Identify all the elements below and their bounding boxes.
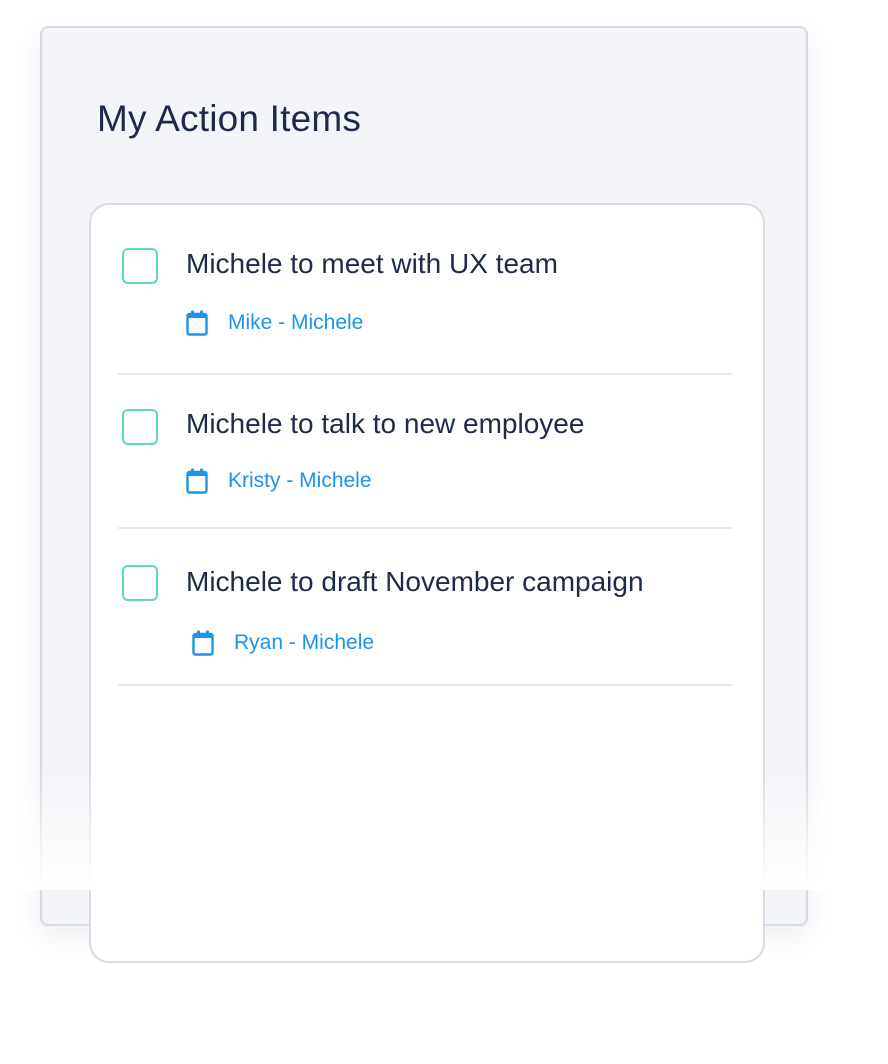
calendar-icon	[186, 310, 208, 336]
calendar-icon	[186, 468, 208, 494]
action-item-title: Michele to talk to new employee	[186, 408, 585, 439]
action-item-title: Michele to draft November campaign	[186, 566, 644, 597]
action-item-checkbox[interactable]	[122, 248, 158, 284]
action-item-title: Michele to meet with UX team	[186, 248, 558, 279]
calendar-icon	[192, 630, 214, 656]
action-item-meeting-link[interactable]: Ryan - Michele	[192, 630, 374, 656]
action-item-meeting-label: Kristy - Michele	[228, 469, 372, 492]
action-items-panel: My Action Items Michele to meet with UX …	[40, 26, 808, 963]
action-item: Michele to meet with UX team Mike - Mich…	[118, 205, 732, 375]
action-item: Michele to draft November campaign Ryan …	[118, 529, 732, 686]
panel-title: My Action Items	[97, 98, 362, 139]
action-item-meeting-link[interactable]: Kristy - Michele	[186, 468, 372, 494]
action-item-meeting-label: Mike - Michele	[228, 311, 364, 334]
action-items-list: Michele to meet with UX team Mike - Mich…	[118, 205, 732, 686]
action-item-checkbox[interactable]	[122, 565, 158, 601]
action-item-meeting-link[interactable]: Mike - Michele	[186, 310, 363, 336]
action-item: Michele to talk to new employee Kristy -…	[118, 375, 732, 529]
action-items-card: Michele to meet with UX team Mike - Mich…	[89, 203, 765, 963]
action-item-checkbox[interactable]	[122, 409, 158, 445]
action-item-meeting-label: Ryan - Michele	[234, 631, 375, 654]
